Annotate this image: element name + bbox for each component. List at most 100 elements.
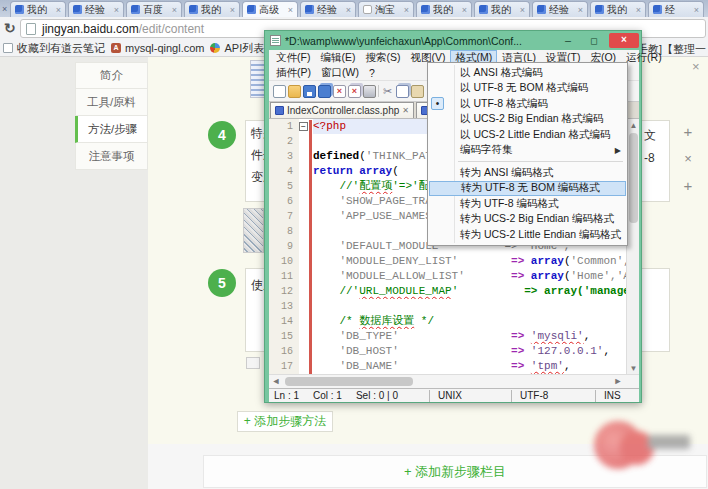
browser-tab[interactable]: 我的× (590, 1, 646, 17)
menu-item[interactable]: 搜索(S) (360, 50, 405, 66)
menu-item[interactable]: 插件(P) (271, 65, 316, 81)
tab-close-icon[interactable]: × (56, 5, 61, 15)
line-number: 12 (269, 284, 299, 299)
code-token: URL_MODULE_MAP (359, 285, 451, 297)
move-step-icon[interactable]: + (678, 123, 698, 140)
sidebar-item[interactable]: 方法/步骤 (75, 116, 148, 143)
dropdown-menu-item[interactable]: 转为 ANSI 编码格式 (428, 165, 627, 181)
code-token (524, 360, 531, 372)
baidu-favicon (479, 5, 488, 14)
code-token: => (511, 345, 524, 357)
step-image-thumbnail[interactable] (243, 208, 264, 253)
editor-tab[interactable]: IndexController.class.php ✕ (270, 102, 414, 118)
code-text: 'DB_NAME' => 'tpm', / (313, 359, 639, 374)
minimize-button[interactable]: – (557, 35, 579, 46)
close-button[interactable]: × (609, 33, 639, 48)
window-title-bar[interactable]: *D:\wamp\www\yunfeichaxun\App\Common\Con… (265, 31, 641, 50)
tab-close-icon[interactable]: × (288, 5, 293, 15)
dropdown-menu-item[interactable]: 转为 UTF-8 编码格式 (428, 196, 627, 212)
menu-item[interactable]: 编辑(E) (315, 50, 360, 66)
close-icon[interactable]: × (692, 59, 700, 74)
code-line: 15 'DB_TYPE' => 'mysqli', / (269, 329, 639, 344)
step-number-badge: 5 (208, 269, 236, 297)
tab-close-icon[interactable]: × (114, 5, 119, 15)
browser-tab[interactable]: 高级× (242, 1, 298, 17)
tab-close-icon[interactable]: × (636, 5, 641, 15)
save-icon[interactable] (303, 85, 316, 98)
dropdown-menu-item[interactable]: 转为 UCS-2 Big Endian 编码格式 (428, 212, 627, 228)
dropdown-menu-item[interactable]: 以 UCS-2 Little Endian 格式编码 (428, 127, 627, 143)
maximize-button[interactable]: □ (583, 35, 605, 46)
tab-close-icon[interactable]: × (230, 5, 235, 15)
browser-tab[interactable]: 淘宝× (358, 1, 414, 17)
code-text: 'MODULE_ALLOW_LIST' => array('Home','Adm… (313, 269, 639, 284)
code-token: => (511, 360, 524, 372)
tab-close-icon[interactable]: × (462, 5, 467, 15)
open-folder-icon[interactable] (288, 85, 301, 98)
code-token: 配置项 (359, 180, 392, 192)
tab-close-icon[interactable]: × (346, 5, 351, 15)
file-saved-icon (275, 106, 284, 115)
line-number: 5 (269, 179, 299, 194)
tab-close-icon[interactable]: ✕ (402, 106, 409, 115)
sidebar-item[interactable]: 简介 (75, 62, 148, 89)
browser-tab[interactable]: 经验× (300, 1, 356, 17)
sidebar-item[interactable]: 注意事项 (75, 143, 148, 170)
line-number: 3 (269, 149, 299, 164)
tab-close-icon[interactable]: × (520, 5, 525, 15)
dropdown-menu-item[interactable]: 转为 UCS-2 Little Endian 编码格式 (428, 227, 627, 243)
sidebar-item[interactable]: 工具/原料 (75, 89, 148, 116)
print-icon[interactable] (363, 85, 376, 98)
reload-icon[interactable]: ↻ (4, 20, 16, 36)
delete-step-icon[interactable]: × (678, 151, 698, 166)
browser-tab[interactable]: 我的× (10, 1, 66, 17)
browser-tab[interactable]: 我的× (474, 1, 530, 17)
tab-close-icon[interactable]: × (404, 5, 409, 15)
menu-item[interactable]: ? (364, 66, 380, 80)
close-all-icon[interactable]: × (348, 85, 361, 98)
tab-close-icon[interactable]: × (172, 5, 177, 15)
menu-item[interactable]: 文件(F) (271, 50, 315, 66)
cut-icon[interactable]: ✂ (381, 85, 394, 98)
code-text: 'DB_HOST' => '127.0.0.1', / (313, 344, 639, 359)
tab-label: 经 (665, 3, 691, 17)
dropdown-menu-item[interactable]: 以 UTF-8 无 BOM 格式编码 (428, 81, 627, 97)
paste-icon[interactable] (411, 85, 424, 98)
browser-tab[interactable]: 经验× (532, 1, 588, 17)
code-token: ' (452, 285, 525, 297)
add-step-icon[interactable]: + (678, 177, 698, 194)
tab-close-icon[interactable]: × (578, 5, 583, 15)
browser-tab[interactable]: 百度× (126, 1, 182, 17)
code-token: //' (313, 285, 359, 297)
menu-separator (428, 158, 627, 165)
dropdown-menu-item[interactable]: 转为 UTF-8 无 BOM 编码格式 (429, 181, 626, 197)
dropdown-item-label: 以 UTF-8 格式编码 (460, 97, 548, 111)
close-file-icon[interactable]: × (333, 85, 346, 98)
browser-tab[interactable]: 经× (648, 1, 704, 17)
browser-tab[interactable]: 我的× (184, 1, 240, 17)
bookmark-item[interactable]: Amysql-qingl.com (111, 42, 204, 54)
code-token (399, 360, 511, 372)
code-line: 11 'MODULE_ALLOW_LIST' => array('Home','… (269, 269, 639, 284)
insert-image-icon[interactable] (246, 357, 260, 369)
add-step-button[interactable]: + 添加步骤方法 (237, 411, 333, 432)
api-icon (210, 43, 220, 53)
menu-item[interactable]: 窗口(W) (316, 65, 364, 81)
new-file-icon[interactable] (273, 85, 286, 98)
baidu-favicon (421, 5, 430, 14)
copy-icon[interactable] (396, 85, 409, 98)
code-line: 13 (269, 299, 639, 314)
bookmark-item[interactable]: 收藏到有道云笔记 (3, 41, 105, 56)
browser-tab[interactable]: 我的× (416, 1, 472, 17)
tab-close-icon[interactable]: × (694, 5, 699, 15)
dropdown-menu-item[interactable]: •以 UTF-8 格式编码 (428, 96, 627, 112)
dropdown-menu-item[interactable]: 以 ANSI 格式编码 (428, 65, 627, 81)
code-token: => array('manage (524, 285, 630, 297)
horizontal-scrollbar[interactable]: ◄► (269, 374, 639, 388)
dropdown-menu-item[interactable]: 以 UCS-2 Big Endian 格式编码 (428, 112, 627, 128)
partial-tab-close-icon[interactable]: × (2, 4, 7, 14)
dropdown-menu-item[interactable]: 编码字符集▶ (428, 143, 627, 159)
save-all-icon[interactable] (318, 85, 331, 98)
fold-marker-icon[interactable]: − (299, 122, 308, 131)
browser-tab[interactable]: 经验× (68, 1, 124, 17)
